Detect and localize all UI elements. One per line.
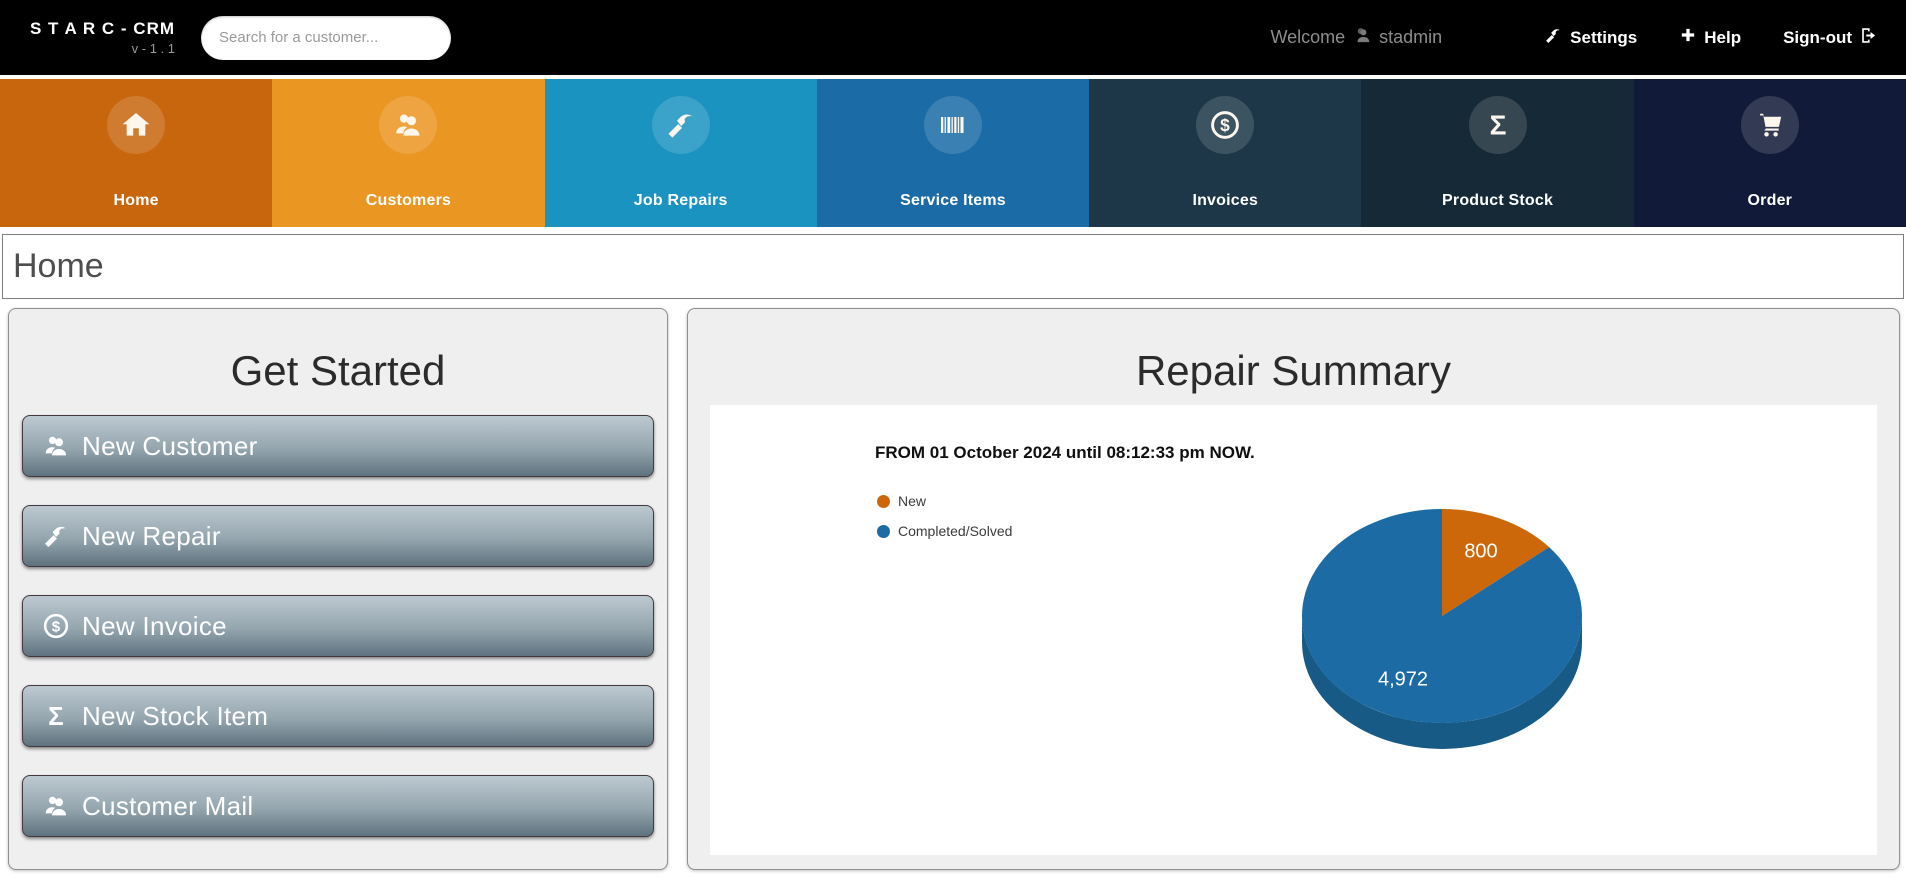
plus-icon	[1679, 26, 1697, 49]
help-label: Help	[1704, 27, 1742, 47]
hammer-icon	[41, 521, 71, 551]
nav-tile-job-repairs[interactable]: Job Repairs	[544, 79, 817, 227]
new-invoice-button[interactable]: $ New Invoice	[22, 595, 654, 657]
sigma-icon: Σ	[41, 701, 71, 731]
chart-period-text: FROM 01 October 2024 until 08:12:33 pm N…	[875, 443, 1255, 462]
top-bar: S T A R C - CRM v - 1 . 1 Welcome stadmi…	[0, 0, 1906, 75]
legend-label: Completed/Solved	[898, 523, 1013, 539]
content: Get Started New Customer New Repair $ Ne…	[0, 299, 1906, 870]
cart-icon	[1740, 96, 1799, 154]
nav-label: Service Items	[900, 192, 1006, 209]
nav-tile-product-stock[interactable]: Σ Product Stock	[1361, 79, 1634, 227]
help-link[interactable]: Help	[1679, 26, 1741, 49]
nav-label: Customers	[365, 192, 452, 209]
nav-label: Product Stock	[1442, 192, 1554, 209]
page-title-bar: Home	[2, 234, 1904, 299]
nav-tile-home[interactable]: Home	[0, 79, 273, 227]
legend-item-completed: Completed/Solved	[877, 521, 1012, 541]
nav-tile-order[interactable]: Order	[1633, 79, 1906, 227]
legend-label: New	[898, 493, 927, 509]
user-icon	[1352, 25, 1372, 50]
pie-chart: 800 4,972	[1301, 509, 1582, 749]
welcome-block: Welcome stadmin	[1270, 25, 1442, 50]
settings-link[interactable]: Settings	[1544, 26, 1637, 50]
new-customer-button[interactable]: New Customer	[22, 415, 654, 477]
app-title: S T A R C - CRM	[30, 19, 176, 38]
page-title: Home	[13, 247, 104, 285]
legend-dot	[877, 524, 890, 538]
repair-summary-chart: FROM 01 October 2024 until 08:12:33 pm N…	[710, 405, 1877, 855]
nav-tile-service-items[interactable]: Service Items	[816, 79, 1090, 227]
settings-label: Settings	[1570, 27, 1638, 47]
dollar-circle-icon: $	[1196, 96, 1255, 154]
svg-text:Σ: Σ	[48, 703, 63, 730]
customer-mail-button[interactable]: Customer Mail	[22, 775, 654, 837]
people-icon	[379, 96, 438, 154]
hammer-icon	[651, 96, 710, 154]
sigma-icon: Σ	[1468, 96, 1527, 154]
button-label: New Stock Item	[82, 700, 269, 731]
legend-item-new: New	[877, 491, 1012, 511]
get-started-panel: Get Started New Customer New Repair $ Ne…	[8, 308, 668, 870]
chart-legend: New Completed/Solved	[877, 491, 1012, 551]
nav-tile-customers[interactable]: Customers	[272, 79, 545, 227]
legend-dot	[877, 494, 890, 508]
svg-text:$: $	[52, 618, 61, 635]
welcome-text: Welcome	[1270, 27, 1346, 47]
nav-label: Home	[113, 192, 159, 209]
pie-slice-label: 800	[1464, 540, 1497, 562]
new-repair-button[interactable]: New Repair	[22, 505, 654, 567]
nav-label: Invoices	[1192, 192, 1259, 209]
repair-summary-panel: Repair Summary FROM 01 October 2024 unti…	[687, 308, 1900, 870]
svg-text:Σ: Σ	[1489, 109, 1506, 140]
button-label: New Customer	[82, 430, 258, 461]
get-started-title: Get Started	[230, 347, 446, 394]
nav-label: Order	[1747, 192, 1793, 209]
people-icon	[41, 431, 71, 461]
button-label: New Invoice	[82, 610, 227, 641]
hammer-icon	[1544, 26, 1563, 50]
app-brand: S T A R C - CRM v - 1 . 1	[30, 19, 175, 56]
search-input[interactable]	[201, 15, 452, 60]
signout-icon	[1859, 26, 1878, 50]
username: stadmin	[1379, 27, 1443, 47]
get-started-buttons: New Customer New Repair $ New Invoice Σ …	[9, 415, 667, 837]
button-label: New Repair	[82, 520, 221, 551]
app-version: v - 1 . 1	[131, 41, 176, 56]
nav-tile-invoices[interactable]: $ Invoices	[1089, 79, 1362, 227]
people-icon	[41, 791, 71, 821]
repair-summary-title: Repair Summary	[1135, 347, 1452, 394]
new-stock-item-button[interactable]: Σ New Stock Item	[22, 685, 654, 747]
main-nav: Home Customers Job Repairs Service Items…	[0, 79, 1906, 227]
button-label: Customer Mail	[82, 790, 254, 821]
pie-slice-label: 4,972	[1378, 668, 1428, 690]
signout-label: Sign-out	[1783, 27, 1852, 47]
barcode-icon	[923, 96, 982, 154]
dollar-circle-icon: $	[41, 611, 71, 641]
svg-text:$: $	[1220, 115, 1230, 135]
nav-label: Job Repairs	[633, 192, 728, 209]
signout-link[interactable]: Sign-out	[1783, 26, 1878, 50]
home-icon	[107, 96, 166, 154]
